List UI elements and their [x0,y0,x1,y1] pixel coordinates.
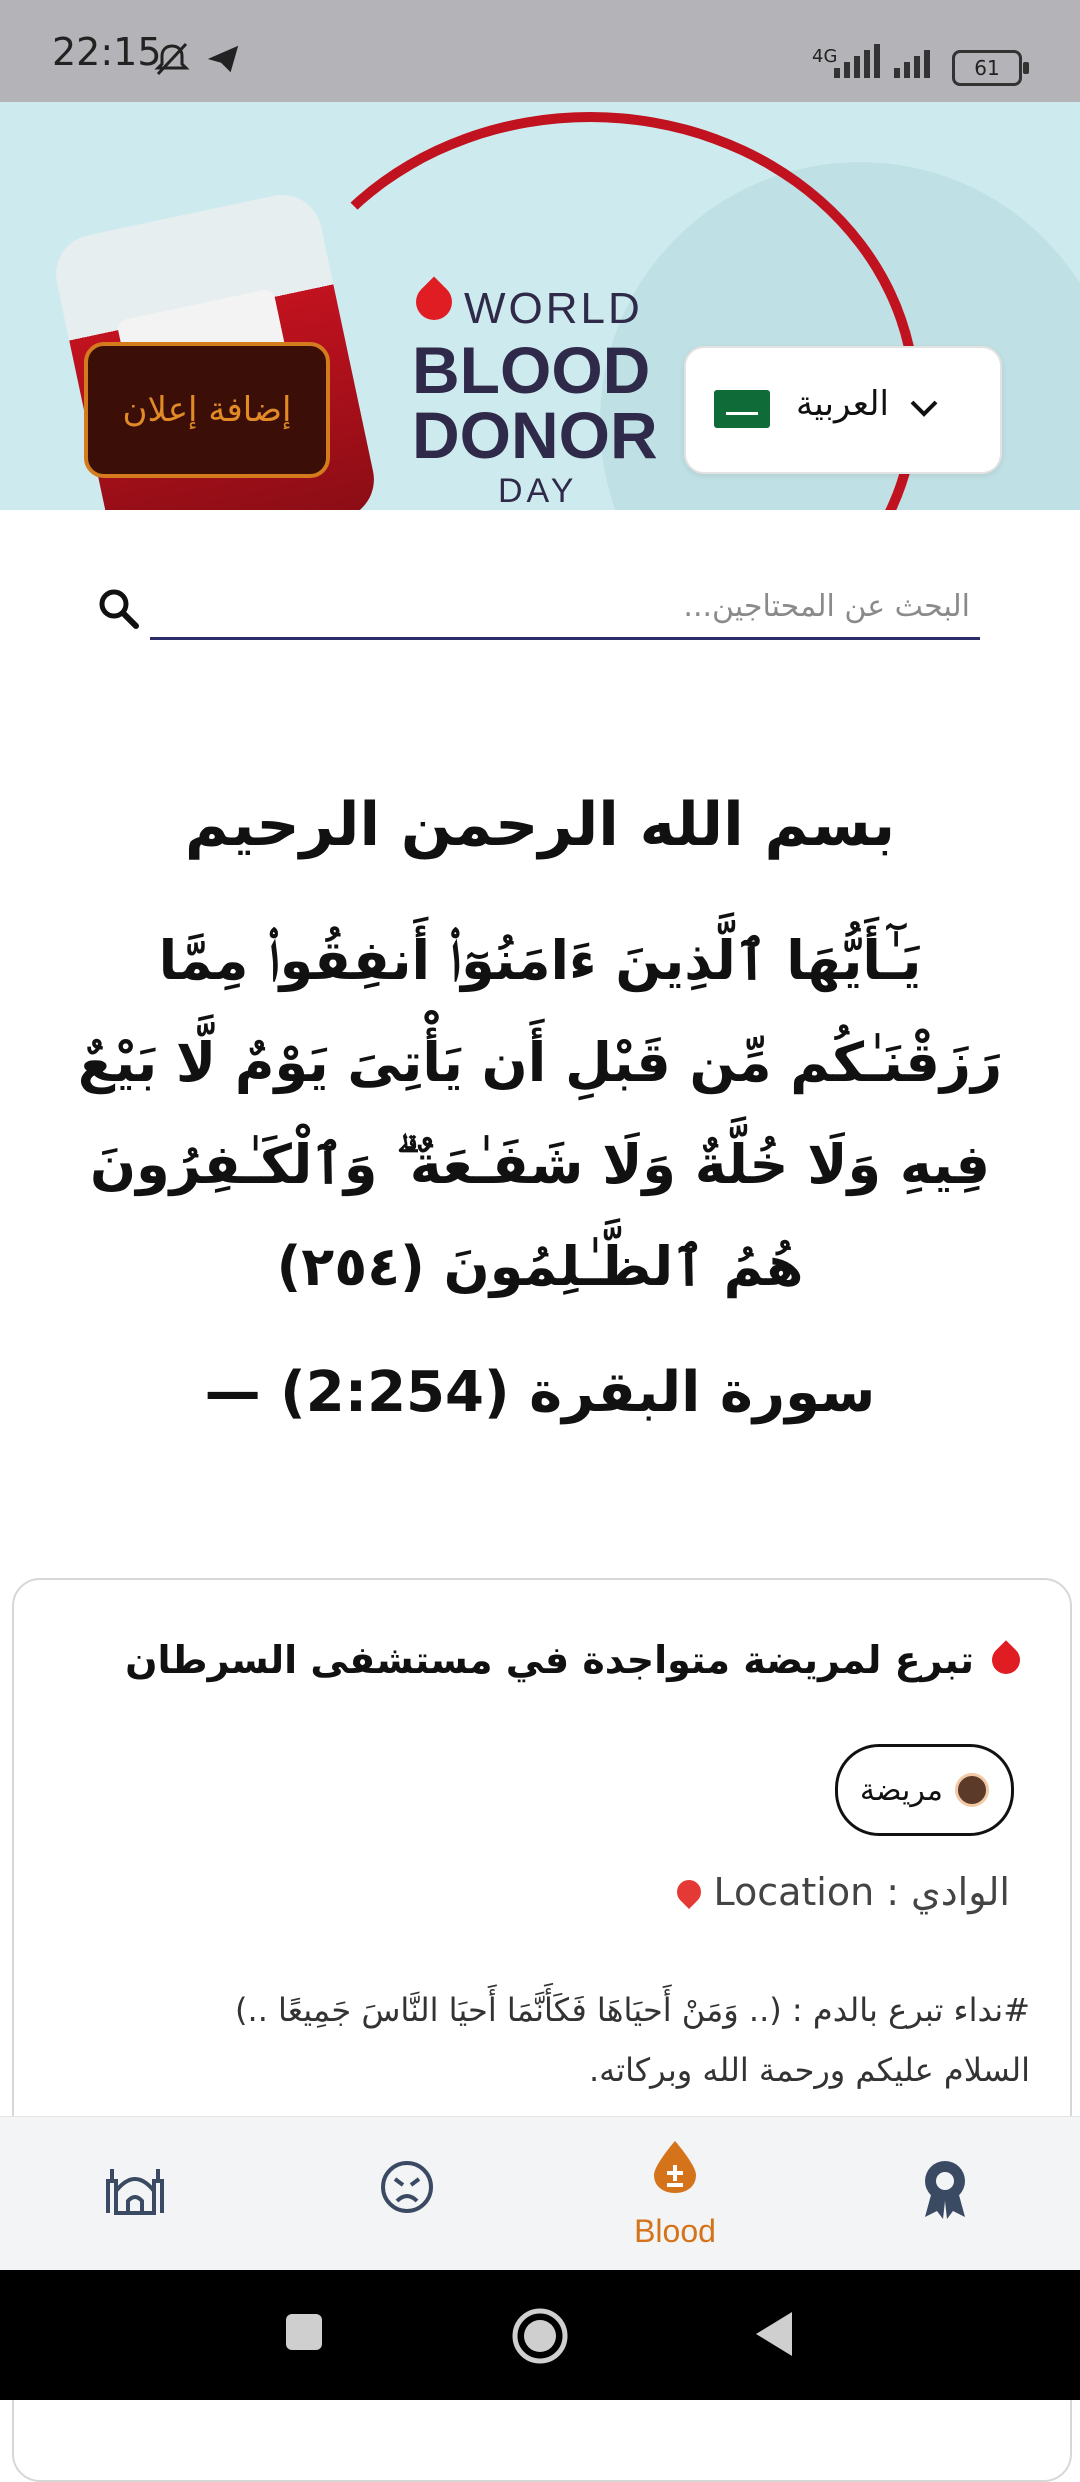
mosque-icon [106,2169,164,2215]
status-time: 22:15 [52,30,162,74]
recents-button[interactable] [282,2310,326,2358]
person-icon [955,1773,989,1807]
system-navigation-bar [0,2270,1080,2400]
award-icon [925,2161,965,2219]
nav-label-blood: Blood [634,2213,716,2249]
header-banner: WORLD BLOOD DONOR DAY إضافة إعلان العربي… [0,102,1080,510]
language-label: العربية [796,384,889,424]
logo-line-donor: DONOR [412,398,658,472]
bottom-navigation: Blood [0,2116,1080,2271]
signal-icon-2 [890,44,950,84]
location-value: الوادي [911,1870,1010,1914]
saudi-flag-icon [714,390,770,428]
quran-verse: يَـٰٓأَيُّهَا ٱلَّذِينَ ءَامَنُوٓا۟ أَنف… [77,929,1003,1298]
post-location: Location: الوادي [672,1870,1010,1914]
status-bar: 22:15 4G 61 [0,0,1080,102]
post-title-text: تبرع لمريضة متواجدة في مستشفى السرطان [125,1638,974,1682]
nav-item-blood[interactable]: Blood [590,2117,760,2271]
back-button[interactable] [752,2310,796,2362]
telegram-icon [204,40,242,82]
blood-drop-icon [654,2141,696,2193]
add-ad-button[interactable]: إضافة إعلان [84,342,330,478]
location-pin-icon [672,1875,707,1909]
search-input[interactable] [150,576,980,640]
blood-drop-icon [986,1640,1026,1680]
patient-tag-label: مريضة [859,1772,943,1808]
logo-line-world: WORLD [464,284,643,333]
patient-tag: مريضة [834,1744,1014,1836]
sick-face-icon [381,2161,433,2213]
post-body-line: السلام عليكم ورحمة الله وبركاته. [588,2051,1030,2089]
mute-icon [152,40,192,84]
nav-item-award[interactable] [860,2117,1030,2271]
battery-icon: 61 [952,50,1029,86]
verse-reference: سورة البقرة (2:254) — [204,1360,876,1425]
location-label: Location [713,1870,875,1914]
logo-line-day: DAY [498,472,578,510]
post-title: تبرع لمريضة متواجدة في مستشفى السرطان [125,1638,1026,1682]
nav-item-sick[interactable] [322,2117,492,2271]
bismillah-heading: بسم الله الرحمن الرحيم [184,790,896,860]
signal-icon [830,44,890,84]
post-body: #نداء تبرع بالدم : (.. وَمَنْ أَحيَاهَا … [90,1980,1030,2100]
nav-item-mosque[interactable] [50,2117,220,2271]
post-body-line: #نداء تبرع بالدم : (.. وَمَنْ أَحيَاهَا … [235,1991,1030,2029]
search-bar [0,560,1080,670]
chevron-down-icon [904,388,944,432]
home-button[interactable] [510,2306,570,2370]
language-selector[interactable]: العربية [684,346,1002,474]
search-icon[interactable] [96,586,140,634]
